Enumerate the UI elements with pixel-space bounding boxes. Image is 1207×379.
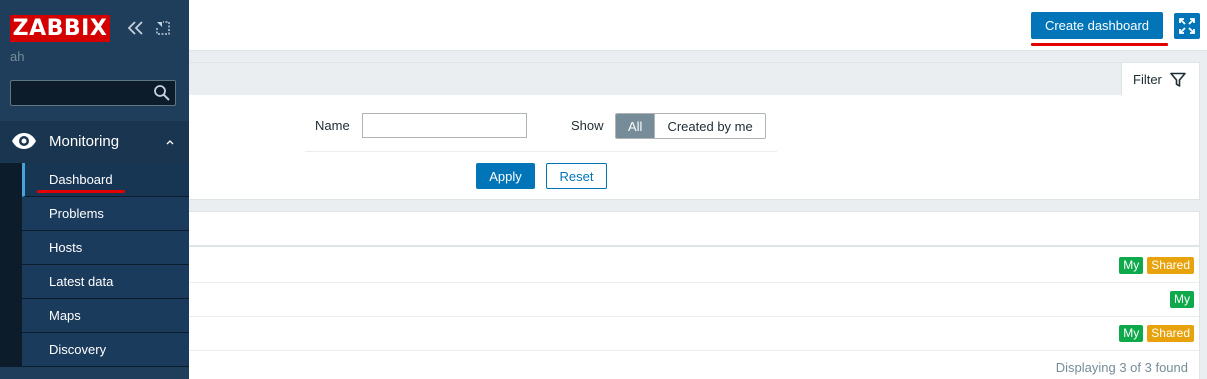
sidebar-search-input[interactable] <box>10 80 176 106</box>
monitoring-submenu: Dashboard Problems Hosts Latest data Map… <box>0 163 189 367</box>
search-icon[interactable] <box>153 84 171 102</box>
name-label: Name <box>315 118 350 133</box>
highlight-underline <box>1031 43 1168 46</box>
zabbix-logo[interactable]: ZABBIX <box>10 15 110 42</box>
create-dashboard-button[interactable]: Create dashboard <box>1031 12 1163 39</box>
tag-shared: Shared <box>1147 325 1194 342</box>
sidebar-item-problems[interactable]: Problems <box>22 197 189 231</box>
funnel-icon <box>1170 72 1186 87</box>
chevron-up-icon <box>166 140 174 145</box>
sidebar-item-discovery[interactable]: Discovery <box>22 333 189 367</box>
sidebar-item-label: Discovery <box>49 342 107 357</box>
collapse-sidebar-icon[interactable] <box>127 20 145 36</box>
sidebar-item-label: Hosts <box>49 240 83 255</box>
tag-my: My <box>1119 257 1144 274</box>
filter-tab[interactable]: Filter <box>1121 63 1199 96</box>
menu-section-label: Monitoring <box>49 133 120 150</box>
kiosk-mode-button[interactable] <box>1174 13 1200 39</box>
highlight-underline <box>37 190 125 193</box>
show-label: Show <box>571 118 604 133</box>
submenu-rail <box>0 163 22 367</box>
show-option-all[interactable]: All <box>616 114 655 138</box>
sidebar: ZABBIX ah Monitoring Dashboard Problems <box>0 0 189 379</box>
hide-sidebar-icon[interactable] <box>155 20 171 36</box>
tag-my: My <box>1119 325 1144 342</box>
fullscreen-icon <box>1179 18 1195 34</box>
reset-button[interactable]: Reset <box>546 163 607 189</box>
sidebar-item-hosts[interactable]: Hosts <box>22 231 189 265</box>
sidebar-item-label: Latest data <box>49 274 114 289</box>
tag-shared: Shared <box>1147 257 1194 274</box>
show-segmented-control: All Created by me <box>615 113 766 139</box>
filter-divider <box>305 151 777 152</box>
name-filter-input[interactable] <box>362 113 527 138</box>
tag-my: My <box>1170 291 1194 308</box>
sidebar-item-latest-data[interactable]: Latest data <box>22 265 189 299</box>
sidebar-next-section <box>0 367 189 379</box>
server-name: ah <box>10 49 25 64</box>
eye-icon <box>12 133 36 149</box>
apply-button[interactable]: Apply <box>476 163 535 189</box>
filter-tab-label: Filter <box>1133 72 1162 87</box>
sidebar-item-label: Maps <box>49 308 81 323</box>
sidebar-item-label: Problems <box>49 206 104 221</box>
sidebar-item-maps[interactable]: Maps <box>22 299 189 333</box>
paging-summary: Displaying 3 of 3 found <box>1055 360 1188 375</box>
sidebar-item-label: Dashboard <box>49 172 113 187</box>
menu-section-monitoring[interactable]: Monitoring <box>0 121 189 163</box>
show-option-created-by-me[interactable]: Created by me <box>654 114 765 138</box>
